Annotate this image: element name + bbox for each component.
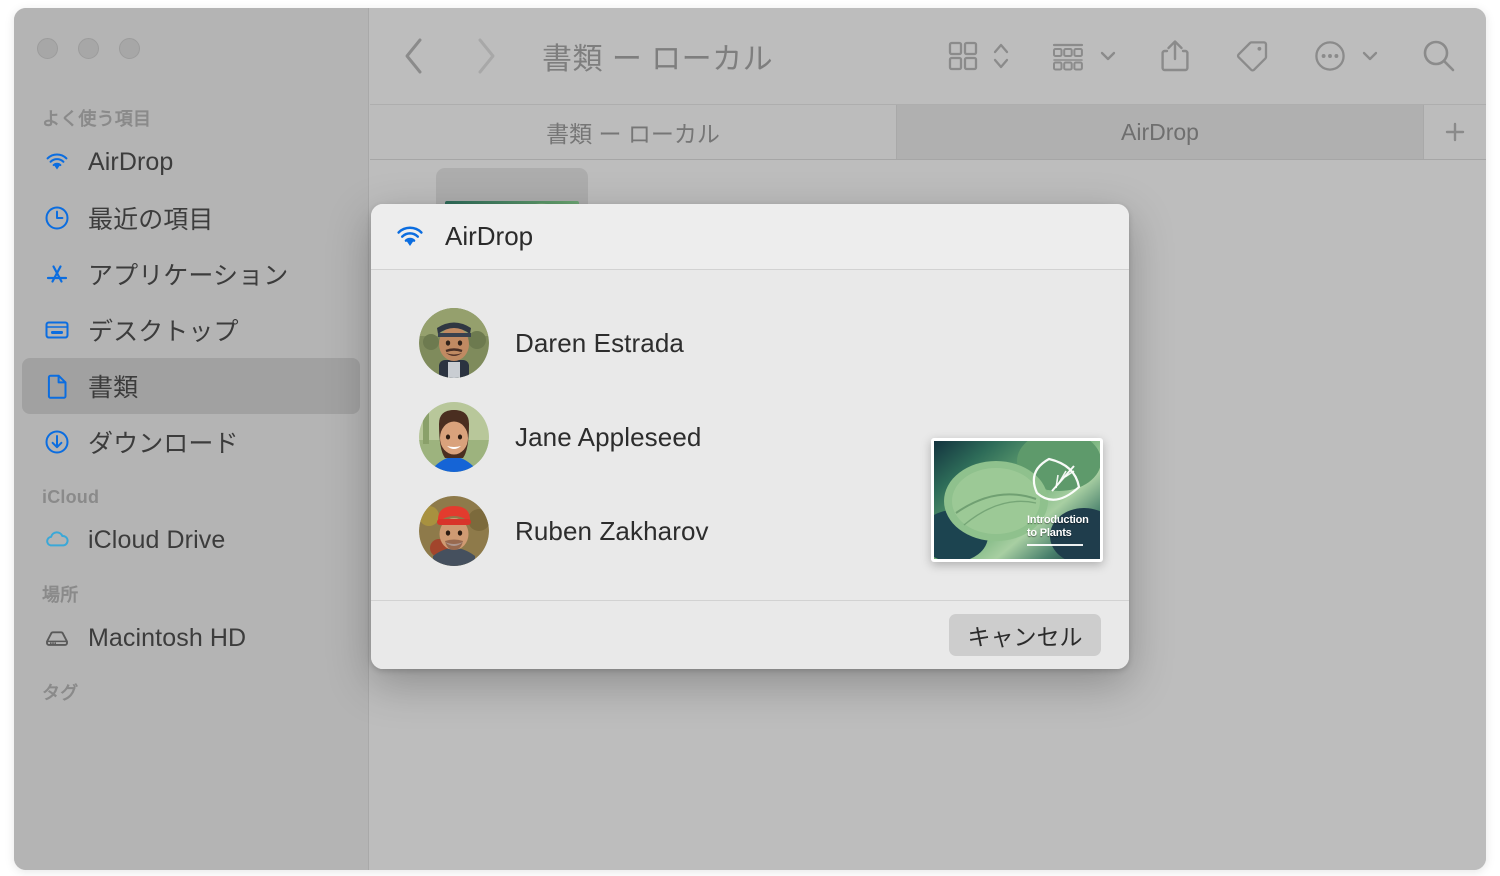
page-title: 書類 ー ローカル <box>542 43 774 76</box>
grid-view-icon[interactable] <box>944 37 982 75</box>
tab-documents-local[interactable]: 書類 ー ローカル <box>370 105 897 159</box>
minimize-button[interactable] <box>78 38 99 59</box>
more-actions-button[interactable] <box>1310 36 1380 76</box>
group-by-button[interactable] <box>1048 37 1118 75</box>
new-tab-button[interactable] <box>1424 105 1486 159</box>
plants-document-preview: Introduction to Plants <box>934 441 1100 559</box>
harddisk-icon <box>42 623 72 653</box>
traffic-lights <box>37 38 140 59</box>
airdrop-icon <box>393 220 427 254</box>
daren-avatar <box>419 308 489 378</box>
sidebar-item-icloud-drive[interactable]: iCloud Drive <box>22 512 360 568</box>
drag-preview-caption: Introduction to Plants <box>1027 514 1089 540</box>
airdrop-icon <box>42 147 72 177</box>
clock-icon <box>42 203 72 233</box>
view-switcher[interactable] <box>944 37 1010 75</box>
group-by-icon[interactable] <box>1048 37 1088 75</box>
applications-icon <box>42 259 72 289</box>
cancel-button[interactable]: キャンセル <box>949 614 1101 656</box>
ruben-avatar <box>419 496 489 566</box>
share-icon[interactable] <box>1156 36 1194 76</box>
sidebar-item-label-downloads: ダウンロード <box>88 430 239 458</box>
toolbar: 書類 ー ローカル <box>370 8 1486 104</box>
sidebar-group-locations: 場所 Macintosh HD <box>14 580 368 666</box>
sidebar-group-favorites: よく使う項目 AirDrop 最近の項目 アプリケーション デスクトップ 書類 … <box>14 104 368 470</box>
more-ellipsis-icon[interactable] <box>1310 36 1350 76</box>
zoom-button[interactable] <box>119 38 140 59</box>
sidebar-item-label-icloud-drive: iCloud Drive <box>88 525 226 554</box>
recipient-name: Daren Estrada <box>515 327 684 358</box>
sidebar-item-label-recents: 最近の項目 <box>88 206 214 234</box>
close-button[interactable] <box>37 38 58 59</box>
document-icon <box>42 371 72 401</box>
navigation-buttons <box>400 34 500 78</box>
back-chevron-icon[interactable] <box>400 34 430 78</box>
sidebar-item-label-airdrop: AirDrop <box>88 147 174 176</box>
sidebar-section-header-tags: タグ <box>42 683 79 703</box>
sidebar: よく使う項目 AirDrop 最近の項目 アプリケーション デスクトップ 書類 … <box>14 8 369 870</box>
sidebar-item-macintosh-hd[interactable]: Macintosh HD <box>22 610 360 666</box>
drag-caption-line-2: to Plants <box>1026 527 1072 540</box>
sidebar-item-label-macintosh-hd: Macintosh HD <box>88 623 247 652</box>
sidebar-section-header-icloud: iCloud <box>42 487 100 507</box>
recipient-name: Jane Appleseed <box>515 421 702 452</box>
drag-preview-rule <box>1026 544 1084 547</box>
sidebar-item-downloads[interactable]: ダウンロード <box>22 414 360 470</box>
jane-avatar <box>419 402 489 472</box>
chevron-down-icon[interactable] <box>1098 46 1118 66</box>
sidebar-item-airdrop[interactable]: AirDrop <box>22 134 360 190</box>
sidebar-group-tags: タグ <box>14 678 368 708</box>
screen: よく使う項目 AirDrop 最近の項目 アプリケーション デスクトップ 書類 … <box>0 0 1500 876</box>
sidebar-section-header-locations: 場所 <box>42 585 79 605</box>
sidebar-item-label-applications: アプリケーション <box>88 262 289 290</box>
sidebar-item-applications[interactable]: アプリケーション <box>22 246 360 302</box>
sidebar-scroll-area[interactable]: よく使う項目 AirDrop 最近の項目 アプリケーション デスクトップ 書類 … <box>14 104 368 870</box>
recipient-name: Ruben Zakharov <box>515 515 709 546</box>
toolbar-right-group <box>944 8 1460 104</box>
search-icon[interactable] <box>1418 35 1460 77</box>
recipient-row[interactable]: Daren Estrada <box>371 296 1129 390</box>
desktop-icon <box>42 315 72 345</box>
sidebar-item-documents[interactable]: 書類 <box>22 358 360 414</box>
downloads-icon <box>42 427 72 457</box>
sidebar-group-icloud: iCloud iCloud Drive <box>14 482 368 568</box>
chevron-down-icon[interactable] <box>1360 46 1380 66</box>
forward-chevron-icon[interactable] <box>470 34 500 78</box>
view-stepper-chevrons-icon[interactable] <box>992 37 1010 75</box>
dialog-titlebar: AirDrop <box>371 204 1129 270</box>
sidebar-section-header-favorites: よく使う項目 <box>42 109 152 129</box>
airdrop-dialog: AirDrop Daren Estrada Jane Appleseed Rub… <box>371 204 1129 669</box>
tag-icon[interactable] <box>1232 36 1272 76</box>
sidebar-item-label-documents: 書類 <box>88 374 139 402</box>
drag-preview: Introduction to Plants <box>931 438 1103 562</box>
tab-bar: 書類 ー ローカル AirDrop <box>370 104 1486 160</box>
tab-airdrop[interactable]: AirDrop <box>897 105 1424 159</box>
drag-caption-line-1: Introduction <box>1026 514 1089 527</box>
sidebar-item-desktop[interactable]: デスクトップ <box>22 302 360 358</box>
dialog-body: Daren Estrada Jane Appleseed Ruben Zakha… <box>371 270 1129 600</box>
sidebar-item-recents[interactable]: 最近の項目 <box>22 190 360 246</box>
cloud-icon <box>42 525 72 555</box>
dialog-footer: キャンセル <box>371 600 1129 669</box>
sidebar-item-label-desktop: デスクトップ <box>88 318 239 346</box>
dialog-title: AirDrop <box>445 221 534 251</box>
